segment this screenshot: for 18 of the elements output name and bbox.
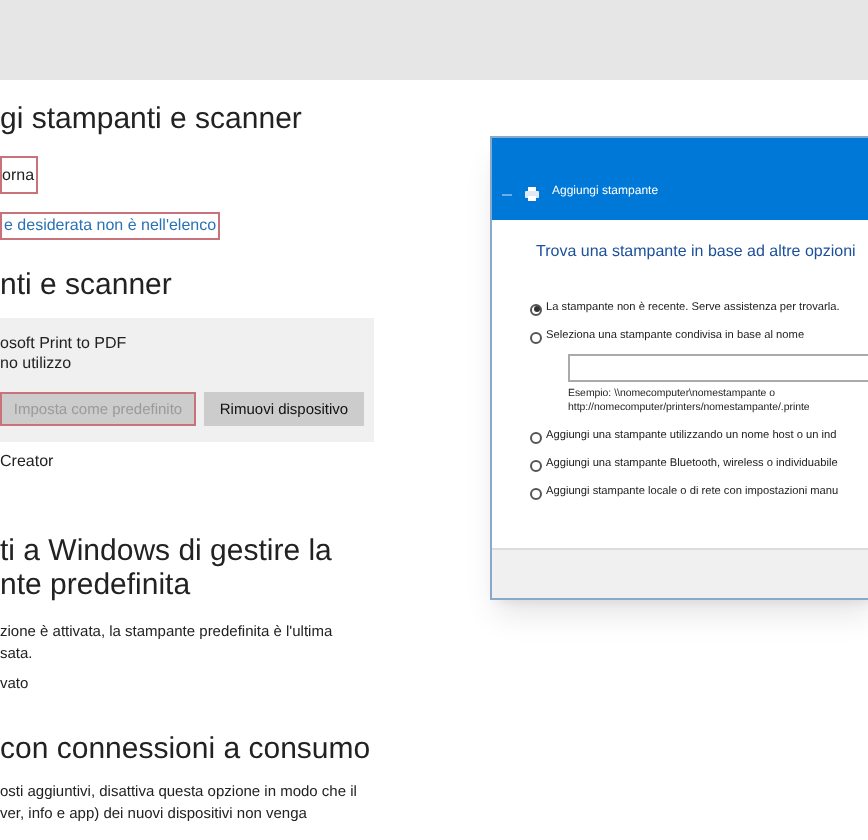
printer-name-field[interactable] [568,354,868,382]
radio-button[interactable] [530,487,542,499]
section-heading: ti a Windows di gestire la [0,534,332,568]
radio-button[interactable] [530,331,542,343]
refresh-button[interactable]: orna [0,156,38,194]
device-name[interactable]: Creator [0,450,54,474]
section-heading: nti e scanner [0,268,172,304]
section-heading: nte predefinita [0,568,191,602]
printer-icon [524,186,540,202]
missing-printer-link[interactable]: e desiderata non è nell'elenco [0,212,221,240]
dialog-heading: Trova una stampante in base ad altre opzioni [536,240,856,264]
radio-button[interactable] [530,431,542,443]
radio-button[interactable] [530,459,542,471]
section-heading: con connessioni a consumo [0,732,371,769]
device-status: no utilizzo [0,354,72,374]
device-name: osoft Print to PDF [0,334,127,354]
radio-button[interactable] [530,303,542,315]
section-heading: gi stampanti e scanner [0,102,302,138]
